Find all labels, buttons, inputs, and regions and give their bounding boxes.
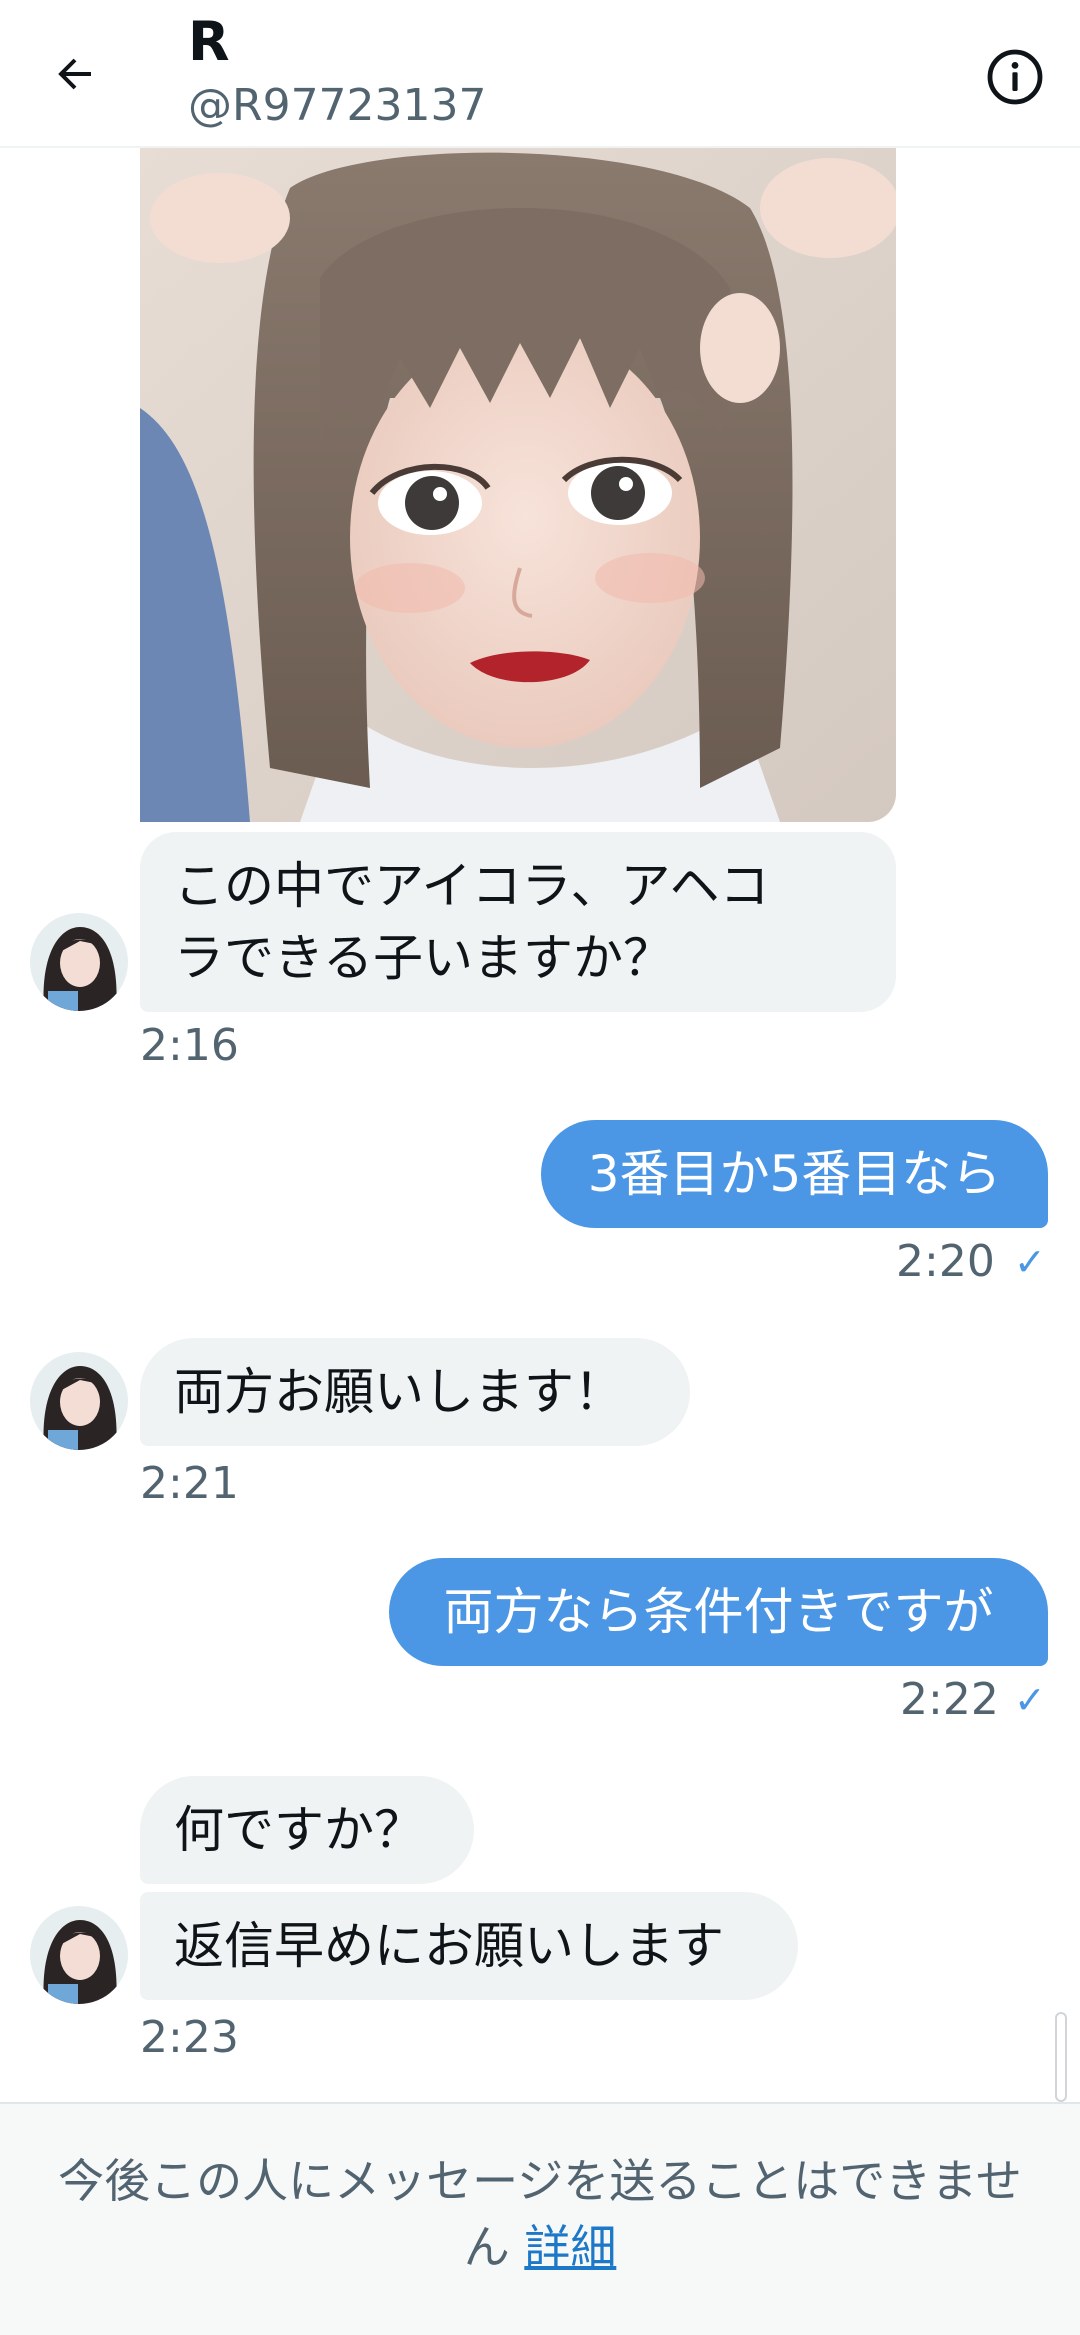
outgoing-message-bubble[interactable]: 3番目か5番目なら: [541, 1120, 1048, 1228]
message-text: 3番目か5番目なら: [587, 1145, 1002, 1203]
message-text: 何ですか？: [174, 1801, 424, 1859]
message-time: 2:21: [140, 1458, 239, 1509]
sender-avatar[interactable]: [30, 1352, 128, 1450]
message-text: 両方お願いします！: [174, 1363, 624, 1421]
scrollbar[interactable]: [1055, 2012, 1067, 2102]
message-time: 2:23: [140, 2012, 239, 2063]
checkmark-icon: ✓: [1014, 1240, 1046, 1284]
avatar-image: [30, 1906, 128, 2004]
outgoing-message-bubble[interactable]: 両方なら条件付きですが: [389, 1558, 1048, 1666]
conversation-header: R @R97723137: [0, 0, 1080, 148]
incoming-message-bubble[interactable]: 何ですか？: [140, 1776, 474, 1884]
incoming-message-bubble[interactable]: この中でアイコラ、アヘコ ラできる子いますか？: [140, 832, 896, 1012]
back-button[interactable]: [40, 34, 110, 114]
shared-photo[interactable]: [140, 148, 896, 822]
message-time: 2:22: [900, 1674, 999, 1725]
sender-avatar[interactable]: [30, 913, 128, 1011]
photo-image: [140, 148, 896, 822]
message-time: 2:20: [896, 1236, 995, 1287]
details-link[interactable]: 詳細: [524, 2220, 616, 2274]
contact-handle[interactable]: @R97723137: [188, 78, 487, 134]
checkmark-icon: ✓: [1014, 1678, 1046, 1722]
message-text-line: この中でアイコラ、アヘコ: [174, 857, 770, 915]
sender-avatar[interactable]: [30, 1906, 128, 2004]
avatar-image: [30, 1352, 128, 1450]
dm-restricted-notice: 今後この人にメッセージを送ることはできません 詳細: [0, 2102, 1080, 2335]
info-circle-icon: [987, 49, 1043, 105]
avatar-image: [30, 913, 128, 1011]
message-list[interactable]: この中でアイコラ、アヘコ ラできる子いますか？ 2:16 3番目か5番目なら 2…: [0, 148, 1080, 2102]
notice-text-container: 今後この人にメッセージを送ることはできません 詳細: [50, 2148, 1030, 2280]
message-time: 2:16: [140, 1020, 239, 1071]
incoming-message-bubble[interactable]: 返信早めにお願いします: [140, 1892, 798, 2000]
incoming-message-bubble[interactable]: 両方お願いします！: [140, 1338, 690, 1446]
contact-name[interactable]: R: [188, 6, 230, 78]
message-text: 返信早めにお願いします: [174, 1917, 724, 1975]
message-text: 両方なら条件付きですが: [443, 1583, 994, 1641]
arrow-left-icon: [58, 58, 91, 90]
info-button[interactable]: [980, 42, 1050, 112]
message-text-line: ラできる子いますか？: [174, 929, 673, 987]
